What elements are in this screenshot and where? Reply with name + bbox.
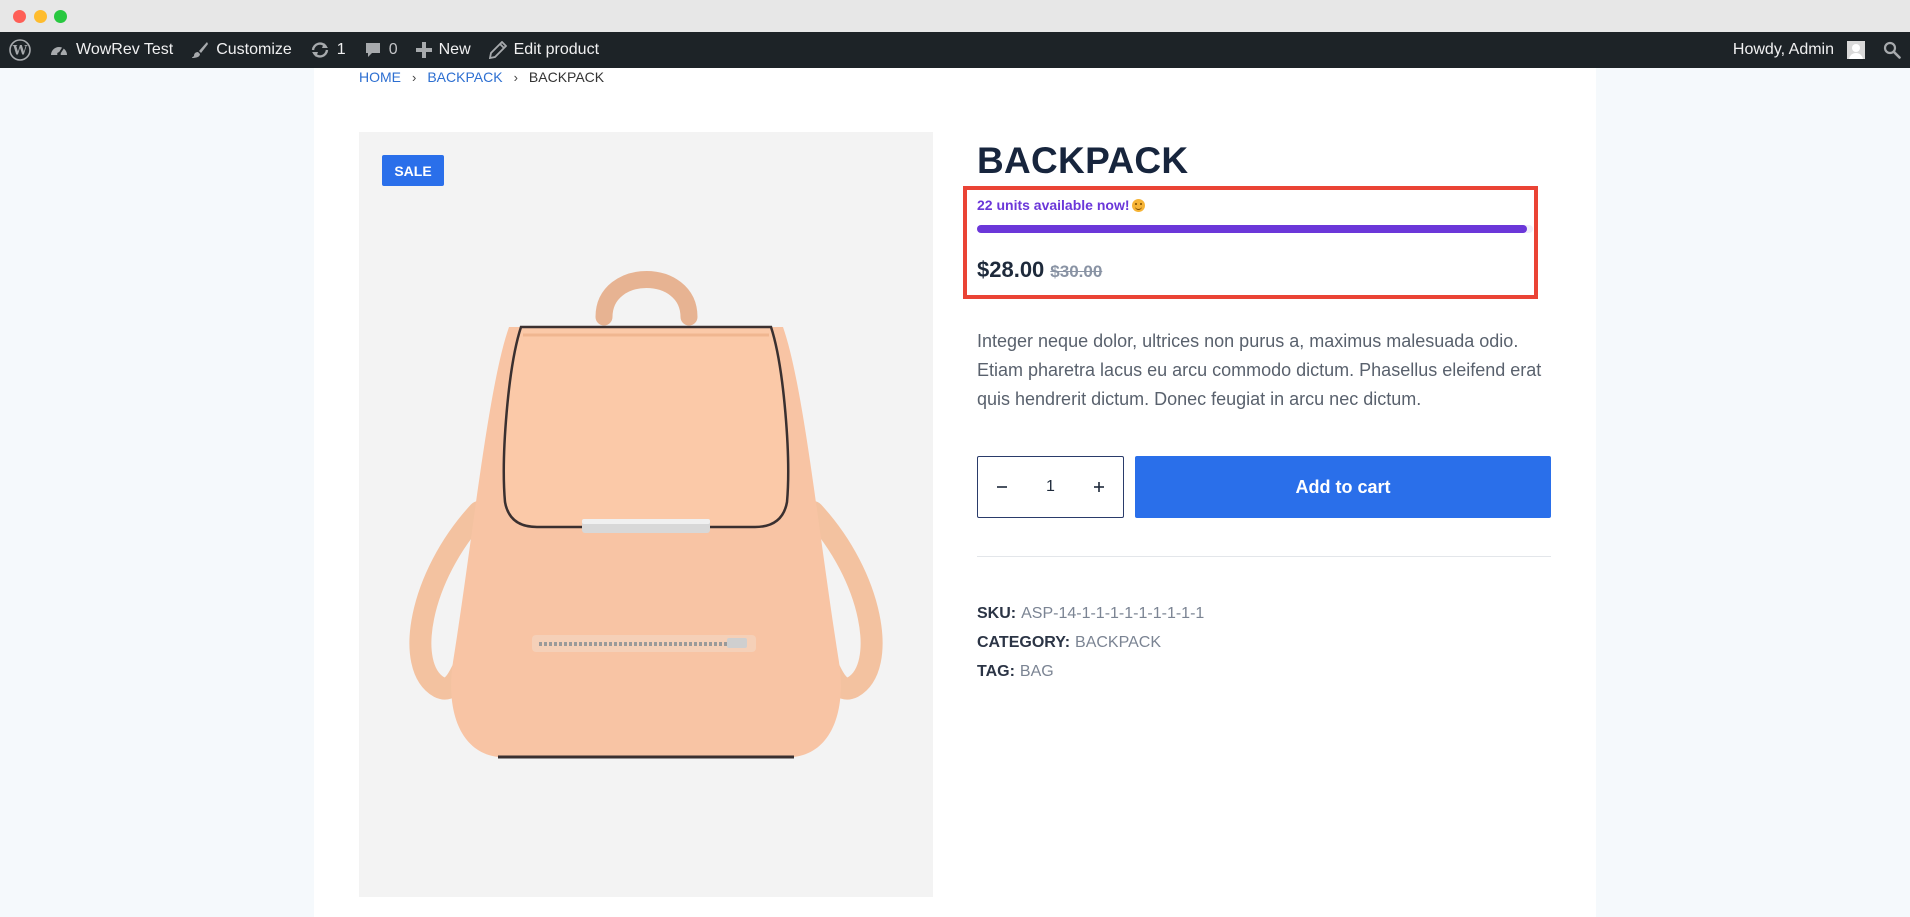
updates-link[interactable]: 1: [301, 32, 355, 68]
new-content-menu[interactable]: New: [407, 32, 480, 68]
avatar: [1847, 41, 1865, 59]
price: $28.00 $30.00: [977, 257, 1102, 283]
quantity-stepper: [977, 456, 1124, 518]
wordpress-icon: W: [9, 39, 31, 61]
product-meta: SKU: ASP-14-1-1-1-1-1-1-1-1-1 CATEGORY: …: [977, 599, 1204, 686]
minus-icon: [997, 486, 1007, 488]
plus-icon: [415, 42, 432, 58]
product-gallery[interactable]: SALE: [359, 132, 933, 897]
window-close-button[interactable]: [13, 10, 26, 23]
wp-logo-menu[interactable]: W: [0, 32, 40, 68]
smile-emoji-icon: [1131, 199, 1145, 212]
search-icon: [1883, 41, 1901, 59]
brush-icon: [191, 41, 209, 59]
wp-admin-bar: W WowRev Test Customize 1 0 New Edit pro…: [0, 32, 1910, 68]
tag-label: TAG:: [977, 662, 1015, 680]
product-page: HOME › BACKPACK › BACKPACK SALE BACKPACK…: [314, 68, 1596, 917]
breadcrumb-home-link[interactable]: HOME: [359, 69, 401, 85]
site-name-label: WowRev Test: [76, 41, 174, 58]
category-link[interactable]: BACKPACK: [1075, 634, 1161, 652]
new-label: New: [438, 41, 471, 58]
product-title: BACKPACK: [977, 140, 1189, 181]
category-row: CATEGORY: BACKPACK: [977, 628, 1204, 657]
sku-label: SKU:: [977, 604, 1017, 622]
greeting-label: Howdy, Admin: [1732, 41, 1834, 58]
updates-count: 1: [336, 41, 346, 58]
comment-icon: [364, 41, 382, 59]
site-name-menu[interactable]: WowRev Test: [40, 32, 182, 68]
quantity-input[interactable]: [1026, 457, 1075, 517]
window-maximize-button[interactable]: [54, 10, 67, 23]
customize-label: Customize: [216, 41, 292, 58]
sku-value: ASP-14-1-1-1-1-1-1-1-1-1: [1021, 604, 1205, 622]
pencil-icon: [488, 41, 507, 59]
product-image[interactable]: [399, 257, 893, 777]
comments-link[interactable]: 0: [355, 32, 407, 68]
my-account-menu[interactable]: Howdy, Admin: [1724, 32, 1874, 68]
stock-progress-fill: [977, 225, 1528, 233]
sale-price: $28.00: [977, 257, 1045, 282]
updates-icon: [310, 41, 330, 59]
breadcrumb-current: BACKPACK: [528, 69, 605, 85]
edit-product-label: Edit product: [513, 41, 600, 58]
stock-progress-bar: [977, 225, 1533, 233]
sale-badge: SALE: [382, 155, 444, 186]
search-toggle[interactable]: [1874, 32, 1910, 68]
breadcrumb: HOME › BACKPACK › BACKPACK: [359, 68, 604, 86]
regular-price: $30.00: [1050, 262, 1103, 281]
customize-link[interactable]: Customize: [182, 32, 301, 68]
stock-availability-text: 22 units available now!: [977, 197, 1130, 213]
window-minimize-button[interactable]: [34, 10, 47, 23]
category-label: CATEGORY:: [977, 633, 1071, 651]
stock-availability: 22 units available now!: [977, 197, 1145, 213]
chevron-right-icon: ›: [513, 69, 518, 85]
edit-product-link[interactable]: Edit product: [480, 32, 608, 68]
quantity-decrease-button[interactable]: [978, 457, 1026, 517]
tag-link[interactable]: BAG: [1020, 663, 1054, 681]
comments-count: 0: [388, 41, 398, 58]
chevron-right-icon: ›: [412, 69, 417, 85]
dashboard-icon: [49, 41, 69, 59]
short-description: Integer neque dolor, ultrices non purus …: [977, 331, 1542, 409]
sku-row: SKU: ASP-14-1-1-1-1-1-1-1-1-1: [977, 599, 1204, 628]
add-to-cart-button[interactable]: Add to cart: [1135, 456, 1551, 518]
plus-icon: [1094, 482, 1104, 492]
svg-text:W: W: [12, 44, 28, 59]
window-titlebar: [0, 0, 1910, 32]
quantity-increase-button[interactable]: [1075, 457, 1123, 517]
tag-row: TAG: BAG: [977, 657, 1204, 686]
divider: [977, 556, 1551, 557]
breadcrumb-category-link[interactable]: BACKPACK: [427, 69, 502, 85]
